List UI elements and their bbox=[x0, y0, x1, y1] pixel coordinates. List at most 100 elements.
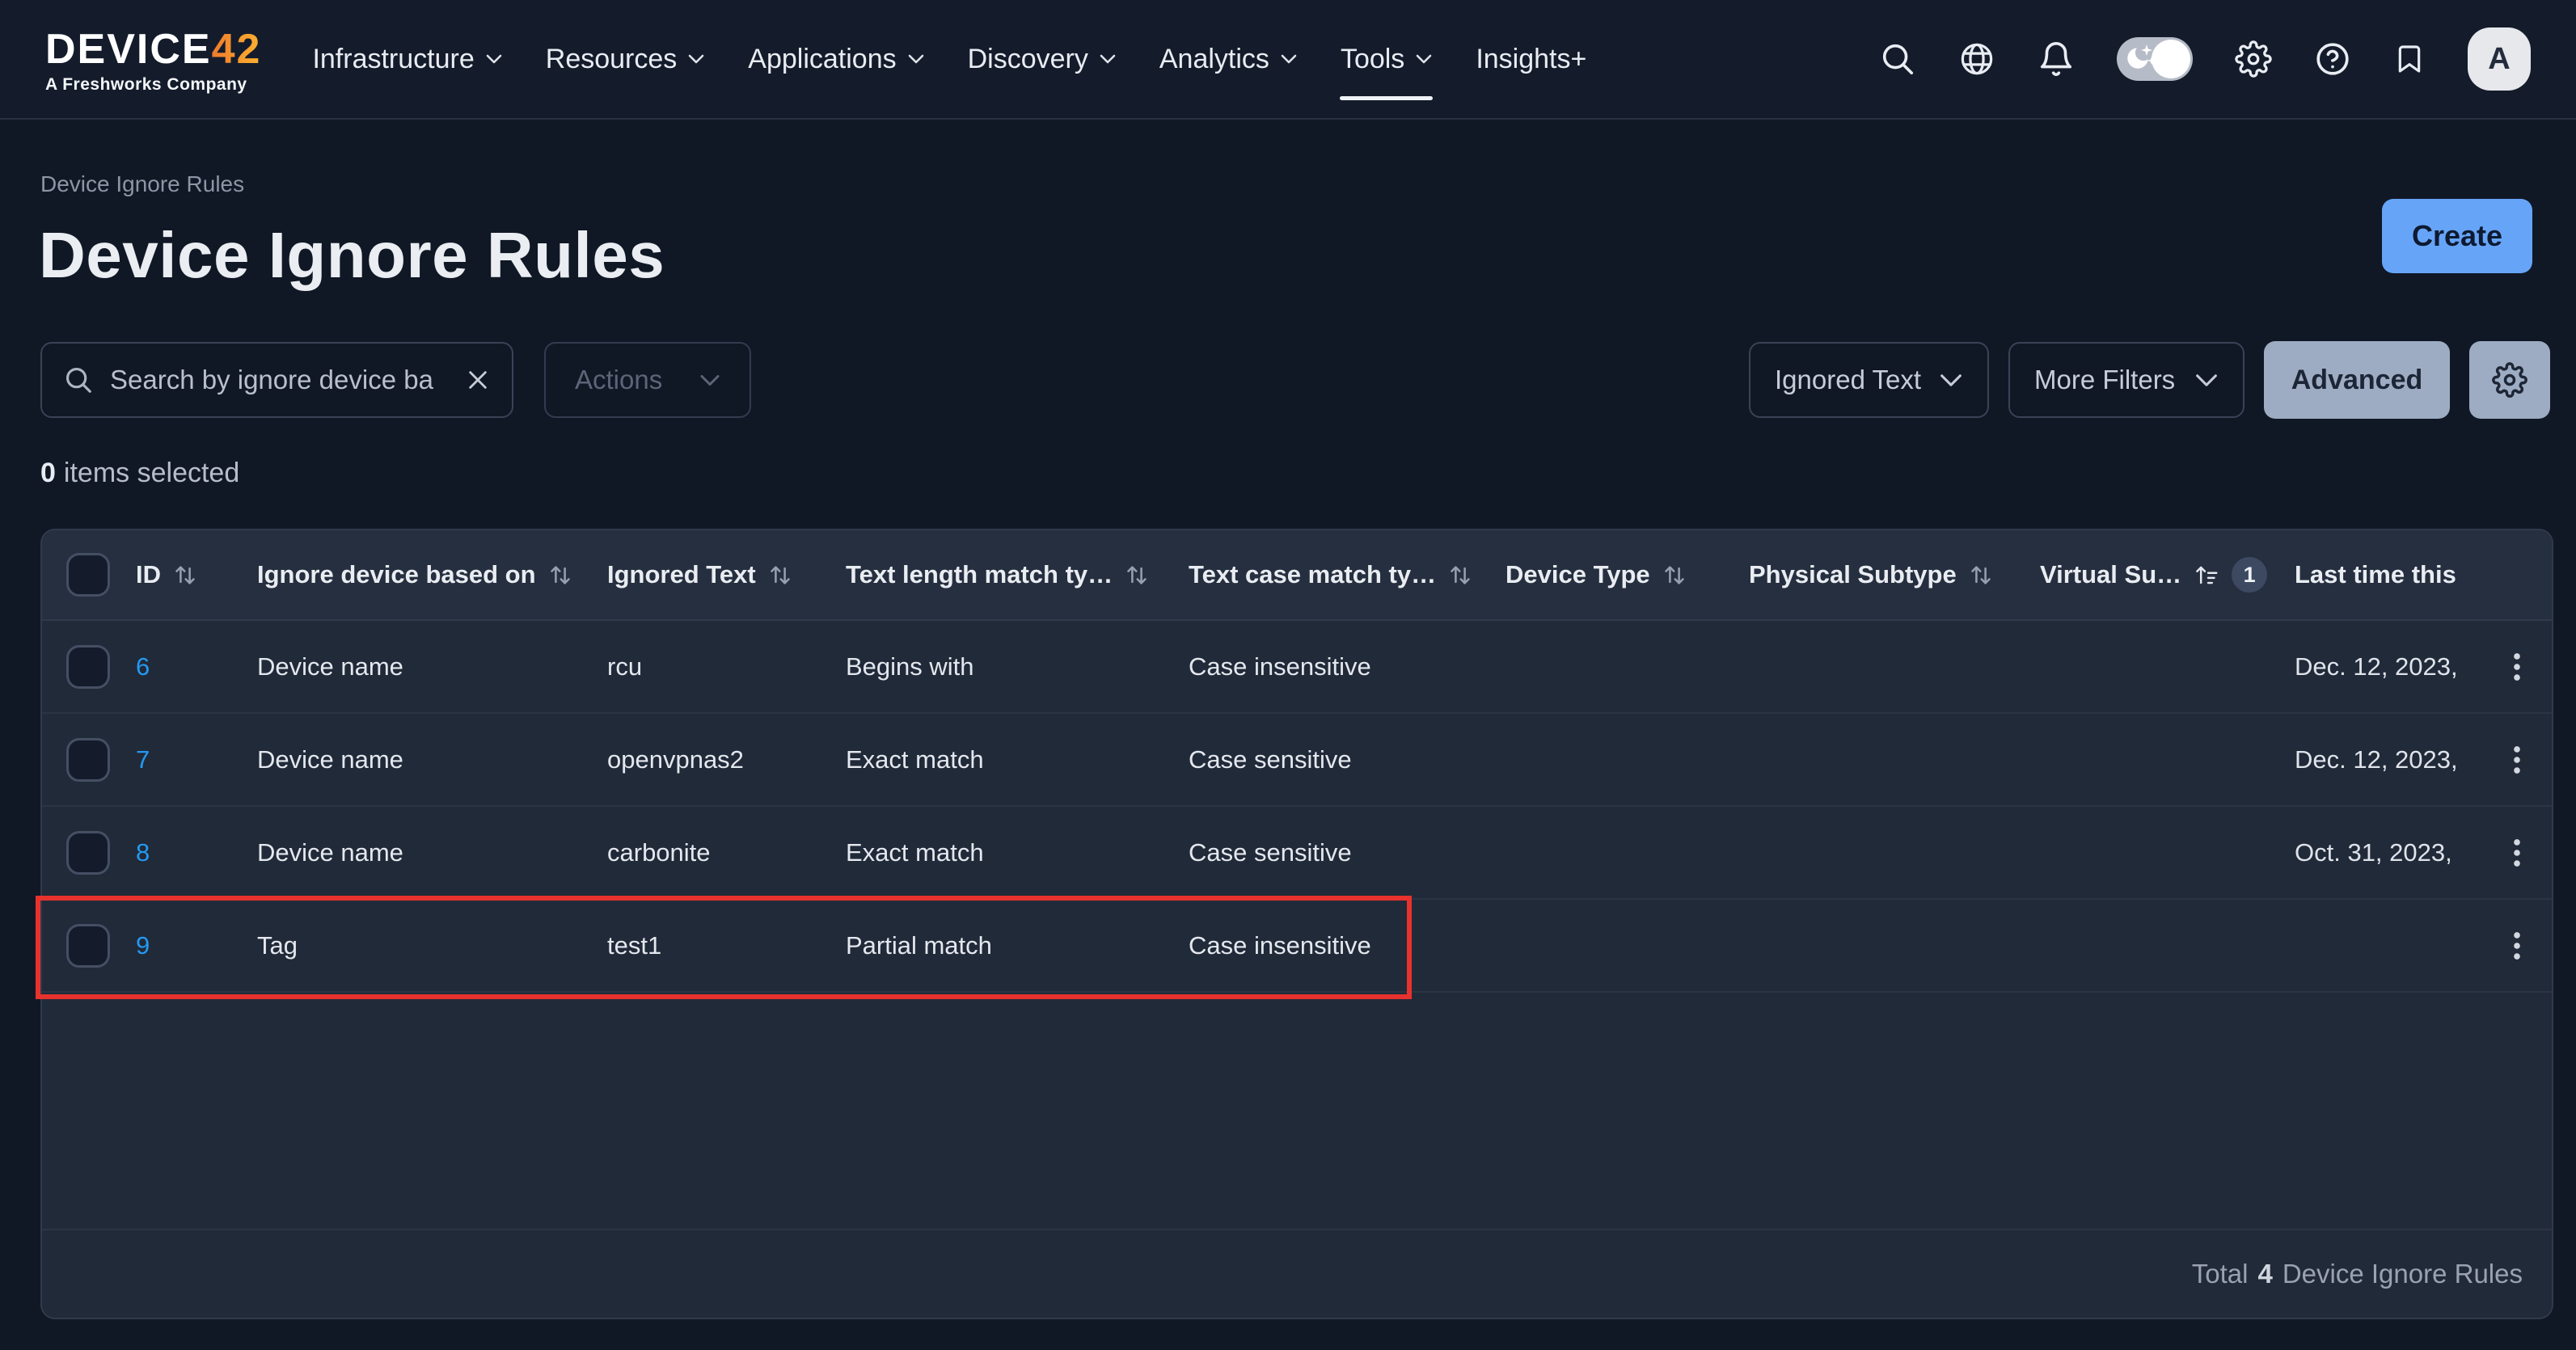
chevron-down-icon bbox=[2194, 373, 2219, 387]
cell-based-on: Device name bbox=[257, 745, 607, 774]
column-header-virtual-subtype[interactable]: Virtual Su… 1 bbox=[2040, 557, 2295, 593]
total-suffix: Device Ignore Rules bbox=[2283, 1259, 2523, 1289]
search-box bbox=[40, 342, 513, 418]
sort-icon bbox=[1970, 563, 1992, 588]
cell-length-match: Exact match bbox=[846, 838, 1189, 867]
column-header-last-time[interactable]: Last time this bbox=[2295, 560, 2552, 589]
table-row: 8 Device name carbonite Exact match Case… bbox=[42, 807, 2552, 900]
row-checkbox[interactable] bbox=[66, 738, 110, 782]
cell-length-match: Partial match bbox=[846, 931, 1189, 960]
cell-ignored-text: openvpnas2 bbox=[607, 745, 846, 774]
total-prefix: Total bbox=[2192, 1259, 2249, 1289]
chevron-down-icon bbox=[486, 54, 502, 64]
theme-toggle[interactable] bbox=[2117, 37, 2193, 81]
cell-last-time bbox=[2295, 926, 2552, 966]
avatar[interactable]: A bbox=[2468, 27, 2531, 91]
table-header-row: ID Ignore device based on Ignored Text T… bbox=[42, 530, 2552, 621]
column-header-length-match[interactable]: Text length match ty… bbox=[846, 560, 1189, 589]
clear-search-icon[interactable] bbox=[465, 367, 491, 393]
cell-based-on: Tag bbox=[257, 931, 607, 960]
row-id-link[interactable]: 6 bbox=[136, 652, 257, 681]
column-header-ignored-text[interactable]: Ignored Text bbox=[607, 560, 846, 589]
filter-controls: Ignored Text More Filters Advanced bbox=[1749, 341, 2550, 419]
cell-length-match: Exact match bbox=[846, 745, 1189, 774]
nav-item-applications[interactable]: Applications bbox=[726, 0, 945, 118]
row-checkbox-cell bbox=[42, 738, 136, 782]
logo-wordmark: DEVICE42 bbox=[45, 28, 261, 70]
ignored-text-dropdown[interactable]: Ignored Text bbox=[1749, 342, 1989, 418]
row-menu-icon[interactable] bbox=[2505, 926, 2529, 966]
sort-icon bbox=[1663, 563, 1686, 588]
chevron-down-icon bbox=[1281, 54, 1297, 64]
column-header-device-type[interactable]: Device Type bbox=[1505, 560, 1749, 589]
page-title: Device Ignore Rules bbox=[39, 217, 2576, 294]
globe-icon[interactable] bbox=[1958, 40, 1995, 78]
row-menu-icon[interactable] bbox=[2505, 833, 2529, 873]
gear-icon[interactable] bbox=[2235, 40, 2272, 78]
advanced-button[interactable]: Advanced bbox=[2264, 341, 2450, 419]
row-id-link[interactable]: 7 bbox=[136, 745, 257, 774]
row-id-link[interactable]: 8 bbox=[136, 838, 257, 867]
column-header-case-match[interactable]: Text case match ty… bbox=[1189, 560, 1505, 589]
controls-row: Actions Ignored Text More Filters Advanc… bbox=[40, 341, 2550, 419]
create-button[interactable]: Create bbox=[2382, 199, 2532, 273]
chevron-down-icon bbox=[1416, 54, 1432, 64]
cell-ignored-text: carbonite bbox=[607, 838, 846, 867]
selection-label: items selected bbox=[64, 458, 239, 488]
breadcrumb[interactable]: Device Ignore Rules bbox=[40, 171, 244, 197]
table-row: 9 Tag test1 Partial match Case insensiti… bbox=[42, 900, 2552, 993]
cell-case-match: Case insensitive bbox=[1189, 931, 1505, 960]
row-checkbox[interactable] bbox=[66, 924, 110, 968]
gear-icon bbox=[2492, 362, 2527, 398]
cell-last-time: Oct. 31, 2023, bbox=[2295, 833, 2552, 873]
nav-item-analytics[interactable]: Analytics bbox=[1138, 0, 1319, 118]
sort-ascending-icon bbox=[2194, 563, 2219, 588]
nav-item-insights[interactable]: Insights+ bbox=[1454, 0, 1608, 118]
last-time-value: Dec. 12, 2023, bbox=[2295, 652, 2458, 681]
row-menu-icon[interactable] bbox=[2505, 740, 2529, 780]
row-checkbox[interactable] bbox=[66, 831, 110, 875]
chevron-down-icon bbox=[688, 54, 704, 64]
bell-icon[interactable] bbox=[2038, 40, 2075, 78]
chevron-down-icon bbox=[908, 54, 924, 64]
cell-case-match: Case sensitive bbox=[1189, 745, 1505, 774]
table-settings-button[interactable] bbox=[2469, 341, 2550, 419]
select-all-checkbox[interactable] bbox=[66, 553, 110, 597]
row-checkbox-cell bbox=[42, 831, 136, 875]
bookmark-icon[interactable] bbox=[2393, 40, 2426, 78]
sort-icon bbox=[769, 563, 792, 588]
main-menu: Infrastructure Resources Applications Di… bbox=[290, 0, 1608, 118]
column-header-physical-subtype[interactable]: Physical Subtype bbox=[1749, 560, 2040, 589]
last-time-value: Dec. 12, 2023, bbox=[2295, 745, 2458, 774]
last-time-value: Oct. 31, 2023, bbox=[2295, 838, 2452, 867]
help-icon[interactable] bbox=[2314, 40, 2351, 78]
more-filters-dropdown[interactable]: More Filters bbox=[2008, 342, 2244, 418]
nav-item-resources[interactable]: Resources bbox=[524, 0, 727, 118]
search-icon bbox=[63, 365, 94, 395]
nav-item-tools[interactable]: Tools bbox=[1319, 0, 1454, 118]
row-id-link[interactable]: 9 bbox=[136, 931, 257, 960]
nav-item-discovery[interactable]: Discovery bbox=[946, 0, 1138, 118]
search-icon[interactable] bbox=[1879, 40, 1916, 78]
cell-case-match: Case sensitive bbox=[1189, 838, 1505, 867]
table-empty-space bbox=[42, 993, 2552, 1229]
sort-icon bbox=[1449, 563, 1472, 588]
cell-ignored-text: rcu bbox=[607, 652, 846, 681]
logo-42: 42 bbox=[212, 26, 262, 73]
selection-status: 0items selected bbox=[40, 458, 2576, 485]
column-header-based-on[interactable]: Ignore device based on bbox=[257, 560, 607, 589]
device42-logo[interactable]: DEVICE42 A Freshworks Company bbox=[45, 28, 261, 95]
search-input[interactable] bbox=[110, 365, 449, 395]
row-checkbox[interactable] bbox=[66, 645, 110, 689]
column-header-id[interactable]: ID bbox=[136, 560, 257, 589]
actions-dropdown[interactable]: Actions bbox=[544, 342, 751, 418]
cell-length-match: Begins with bbox=[846, 652, 1189, 681]
chevron-down-icon bbox=[1100, 54, 1116, 64]
table-row: 7 Device name openvpnas2 Exact match Cas… bbox=[42, 714, 2552, 807]
toggle-knob bbox=[2152, 40, 2190, 78]
nav-item-infrastructure[interactable]: Infrastructure bbox=[290, 0, 523, 118]
cell-case-match: Case insensitive bbox=[1189, 652, 1505, 681]
total-count: 4 bbox=[2257, 1259, 2272, 1289]
cell-last-time: Dec. 12, 2023, bbox=[2295, 647, 2552, 687]
row-menu-icon[interactable] bbox=[2505, 647, 2529, 687]
